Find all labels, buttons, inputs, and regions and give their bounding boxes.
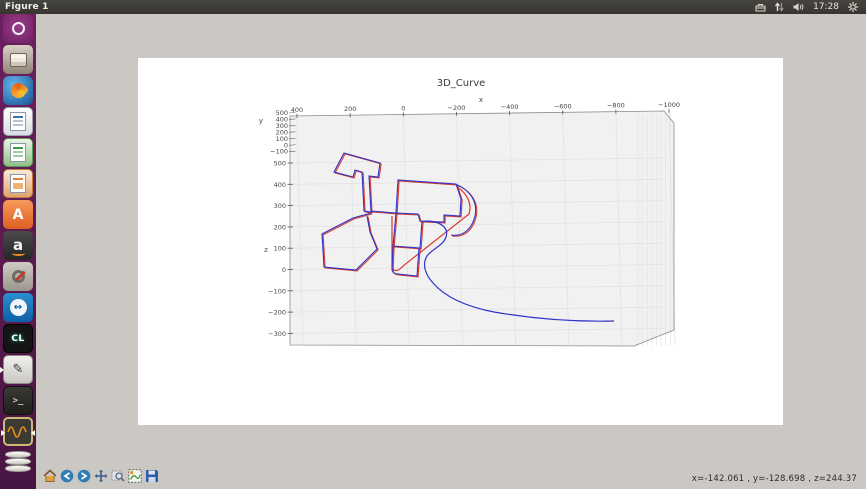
forward-button[interactable]: [77, 468, 91, 483]
pan-button[interactable]: [94, 468, 108, 483]
home-button[interactable]: [43, 468, 57, 483]
sidebar-item-clion[interactable]: CL: [3, 324, 33, 353]
sidebar-item-files[interactable]: [3, 45, 33, 74]
configure-subplots-button[interactable]: [128, 468, 142, 483]
running-indicator: [1, 430, 5, 436]
writer-document-icon: [10, 112, 26, 131]
firefox-icon: [7, 80, 28, 101]
window-title: Figure 1: [0, 2, 49, 12]
calc-spreadsheet-icon: [10, 143, 26, 162]
zoom-to-rect-button[interactable]: [111, 468, 125, 483]
sidebar-item-text-editor[interactable]: ✎: [3, 355, 33, 384]
software-center-icon: A: [13, 208, 24, 222]
waveform-icon: [7, 424, 29, 440]
briefcase-indicator-icon[interactable]: [755, 3, 766, 12]
amazon-icon: a: [13, 238, 23, 253]
save-button[interactable]: [145, 468, 159, 483]
sidebar-item-amazon[interactable]: a: [3, 231, 33, 260]
impress-presentation-icon: [10, 174, 26, 193]
sidebar-item-teamviewer[interactable]: ↔: [3, 293, 33, 322]
desktop: Figure 1 17:28 A a ↔ CL ✎: [0, 0, 866, 489]
system-tray: 17:28: [755, 2, 866, 12]
sidebar-item-libreoffice-writer[interactable]: [3, 107, 33, 136]
sidebar-item-ubuntu-dash[interactable]: [3, 14, 33, 43]
sidebar-item-terminal[interactable]: >_: [3, 386, 33, 415]
network-arrows-icon[interactable]: [775, 2, 784, 12]
terminal-icon: >_: [13, 396, 24, 406]
sidebar-item-app-stack[interactable]: [3, 448, 33, 477]
clock-text[interactable]: 17:28: [813, 2, 839, 12]
sidebar-item-waveform-app[interactable]: [3, 417, 33, 446]
mpl-toolbar: [43, 468, 159, 483]
back-button[interactable]: [60, 468, 74, 483]
teamviewer-icon: ↔: [10, 299, 27, 316]
plot-canvas[interactable]: [138, 58, 783, 425]
cursor-coordinates: x=-142.061 , y=-128.698 , z=244.37: [692, 474, 857, 484]
stack-icon: [5, 451, 31, 475]
focused-indicator: [31, 430, 35, 436]
ubuntu-logo-icon: [12, 22, 25, 35]
titlebar: Figure 1 17:28: [0, 0, 866, 14]
gear-icon: [12, 270, 25, 283]
sidebar-item-libreoffice-impress[interactable]: [3, 169, 33, 198]
sidebar-item-libreoffice-calc[interactable]: [3, 138, 33, 167]
running-indicator: [0, 367, 4, 373]
sidebar-item-ubuntu-software[interactable]: A: [3, 200, 33, 229]
unity-launcher: A a ↔ CL ✎ >_: [0, 14, 36, 489]
pencil-icon: ✎: [13, 363, 24, 376]
volume-icon[interactable]: [793, 2, 804, 12]
clion-icon: CL: [11, 334, 24, 344]
session-gear-icon[interactable]: [848, 2, 858, 12]
sidebar-item-firefox[interactable]: [3, 76, 33, 105]
sidebar-item-system-settings[interactable]: [3, 262, 33, 291]
file-cabinet-icon: [10, 53, 27, 67]
